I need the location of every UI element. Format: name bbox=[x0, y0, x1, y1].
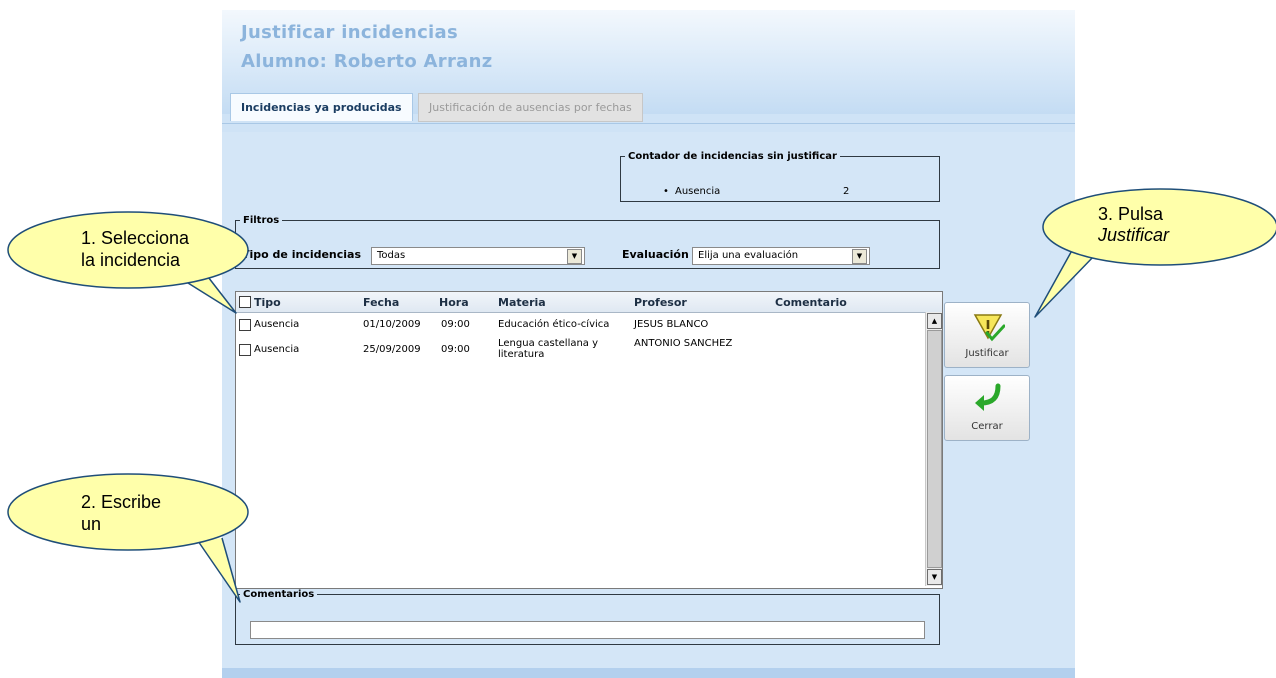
callout-2-line2: un bbox=[81, 514, 102, 534]
callout-2-line1: 2. Escribe bbox=[81, 492, 162, 512]
callout-3-line2: Justificar bbox=[1098, 225, 1170, 245]
tutorial-callouts bbox=[7, 188, 1276, 603]
callout-1-line1: 1. Selecciona bbox=[81, 228, 190, 248]
callout-1-line2: la incidencia bbox=[81, 250, 181, 270]
callout-3-line1: 3. Pulsa bbox=[1098, 204, 1164, 224]
